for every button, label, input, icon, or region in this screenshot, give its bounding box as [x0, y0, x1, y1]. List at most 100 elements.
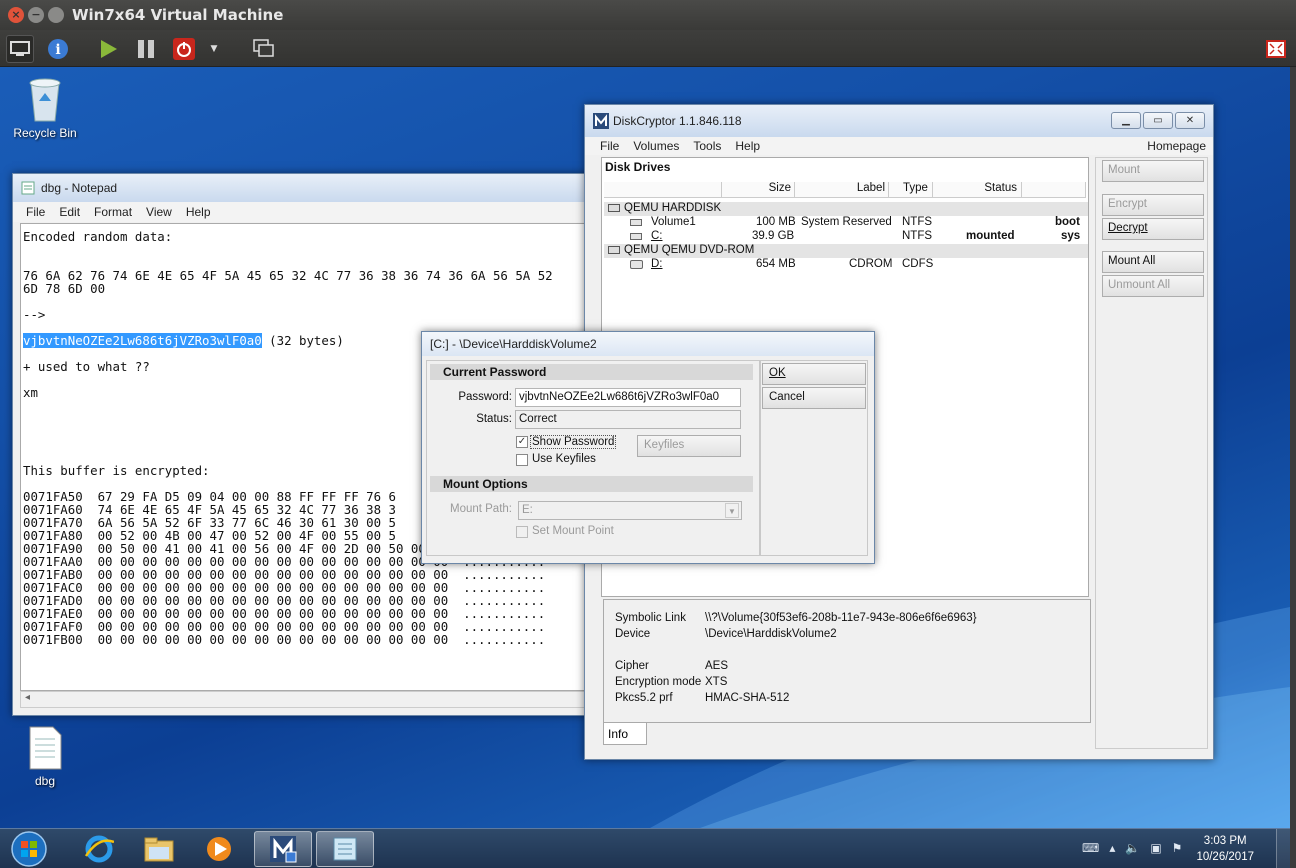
notepad-title: dbg - Notepad — [41, 181, 118, 195]
fullscreen-icon — [1266, 40, 1286, 58]
power-menu-dropdown[interactable]: ▼ — [204, 35, 224, 63]
pause-button[interactable] — [132, 35, 160, 63]
notepad-line — [23, 243, 584, 256]
close-button[interactable]: ✕ — [1175, 112, 1205, 129]
info-button[interactable]: i — [44, 35, 72, 63]
info-icon: i — [48, 39, 68, 59]
dc-menu-file[interactable]: File — [600, 139, 619, 153]
tab-info[interactable]: Info — [603, 723, 647, 745]
current-password-header: Current Password — [430, 364, 753, 380]
desktop-icon-dbg[interactable]: dbg — [5, 725, 85, 788]
maximize-button[interactable]: ▭ — [1143, 112, 1173, 129]
caption-buttons: ▁ ▭ ✕ — [1111, 112, 1205, 129]
monitor-icon — [10, 41, 30, 56]
action-center-icon[interactable]: ⚑ — [1172, 841, 1183, 855]
dialog-title-bar[interactable]: [C:] - \Device\HarddiskVolume2 — [422, 332, 874, 356]
dc-menu-tools[interactable]: Tools — [693, 139, 721, 153]
use-keyfiles-checkbox[interactable] — [516, 454, 528, 466]
menu-format[interactable]: Format — [94, 205, 132, 219]
host-title-bar: × − Win7x64 Virtual Machine — [0, 0, 1296, 30]
notepad-title-bar[interactable]: dbg - Notepad — [13, 174, 591, 202]
play-button[interactable] — [94, 35, 122, 63]
desktop-icon-recycle-bin[interactable]: Recycle Bin — [5, 75, 85, 140]
volume-icon[interactable]: 🔈 — [1125, 841, 1140, 855]
dc-menu-help[interactable]: Help — [735, 139, 760, 153]
show-password-label[interactable]: Show Password — [530, 435, 617, 449]
host-maximize-button[interactable] — [48, 7, 64, 23]
use-keyfiles-label[interactable]: Use Keyfiles — [532, 453, 596, 465]
column-header-type[interactable]: Type — [889, 182, 933, 198]
status-label: Status: — [476, 413, 512, 425]
fullscreen-button[interactable] — [1262, 35, 1290, 63]
password-input[interactable]: vjbvtnNeOZEe2Lw686t6jVZRo3wlF0a0 — [515, 388, 741, 407]
notepad-line: 0071FB00 00 00 00 00 00 00 00 00 00 00 0… — [23, 632, 546, 647]
clock-time: 3:03 PM — [1203, 835, 1247, 847]
taskbar-media-player[interactable] — [190, 831, 248, 867]
selected-text: vjbvtnNeOZEe2Lw686t6jVZRo3wlF0a0 — [23, 333, 262, 348]
recycle-bin-label: Recycle Bin — [13, 126, 77, 140]
diskcryptor-title-bar[interactable]: DiskCryptor 1.1.846.118 ▁ ▭ ✕ — [585, 105, 1213, 137]
host-toolbar: i ▼ — [0, 30, 1296, 67]
taskbar-explorer[interactable] — [130, 831, 188, 867]
ok-button[interactable]: OK — [762, 363, 866, 385]
column-header-flags[interactable] — [1022, 182, 1086, 198]
menu-view[interactable]: View — [146, 205, 172, 219]
power-button[interactable] — [170, 35, 198, 63]
taskbar-diskcryptor[interactable] — [254, 831, 312, 867]
set-mount-point-checkbox[interactable] — [516, 526, 528, 538]
show-desktop-button[interactable] — [1276, 829, 1290, 868]
group-qemu-harddisk[interactable]: QEMU HARDDISK — [604, 202, 1088, 216]
network-icon[interactable]: ▣ — [1150, 841, 1161, 855]
volume-row-d[interactable]: D: 654 MB CDROM CDFS — [604, 258, 1088, 272]
switch-display-button[interactable] — [250, 35, 278, 63]
windows-stack-icon — [253, 39, 274, 57]
minimize-button[interactable]: ▁ — [1111, 112, 1141, 129]
host-scrollbar[interactable] — [1290, 67, 1296, 868]
decrypt-button[interactable]: Decrypt — [1102, 218, 1204, 240]
volume-row-volume1[interactable]: Volume1 100 MB System Reserved NTFS boot — [604, 216, 1088, 230]
notepad-line: --> — [23, 307, 46, 322]
keyboard-icon[interactable]: ⌨ — [1082, 841, 1099, 855]
password-label: Password: — [458, 391, 512, 403]
tray-arrow-icon[interactable]: ▴ — [1109, 841, 1115, 855]
volume-row-c[interactable]: C: 39.9 GB NTFS mounted sys — [604, 230, 1088, 244]
column-header-status[interactable]: Status — [933, 182, 1022, 198]
play-icon — [101, 40, 117, 58]
encrypt-button[interactable]: Encrypt — [1102, 194, 1204, 216]
notepad-horizontal-scrollbar[interactable]: ◂ — [20, 691, 585, 708]
mount-button[interactable]: Mount — [1102, 160, 1204, 182]
device-value: \Device\HarddiskVolume2 — [705, 628, 837, 640]
system-clock[interactable]: 3:03 PM 10/26/2017 — [1196, 833, 1254, 865]
encryption-mode-value: XTS — [705, 676, 728, 688]
taskbar-notepad[interactable] — [316, 831, 374, 867]
mount-path-select[interactable]: E: ▼ — [518, 501, 742, 520]
scroll-left-icon[interactable]: ◂ — [25, 692, 30, 703]
keyfiles-button[interactable]: Keyfiles — [637, 435, 741, 457]
start-button[interactable] — [2, 831, 56, 867]
prf-label: Pkcs5.2 prf — [615, 692, 673, 704]
column-header-label[interactable]: Label — [795, 182, 889, 198]
menu-edit[interactable]: Edit — [59, 205, 80, 219]
column-header-size[interactable]: Size — [722, 182, 795, 198]
dc-menu-volumes[interactable]: Volumes — [633, 139, 679, 153]
homepage-link[interactable]: Homepage — [1147, 139, 1206, 153]
column-header-name[interactable] — [604, 182, 722, 198]
menu-help[interactable]: Help — [186, 205, 211, 219]
menu-file[interactable]: File — [26, 205, 45, 219]
volume-icon — [630, 233, 642, 240]
folder-icon — [144, 837, 174, 862]
status-field: Correct — [515, 410, 741, 429]
cdrom-icon — [630, 260, 643, 269]
mount-all-button[interactable]: Mount All — [1102, 251, 1204, 273]
diskcryptor-title: DiskCryptor 1.1.846.118 — [613, 114, 742, 128]
show-password-checkbox[interactable]: ✓ — [516, 436, 528, 448]
notepad-line: Encoded random data: — [23, 229, 173, 244]
taskbar-ie[interactable] — [70, 831, 128, 867]
cipher-label: Cipher — [615, 660, 649, 672]
unmount-all-button[interactable]: Unmount All — [1102, 275, 1204, 297]
host-minimize-button[interactable]: − — [28, 7, 44, 23]
display-button[interactable] — [6, 35, 34, 63]
group-qemu-dvd-rom[interactable]: QEMU QEMU DVD-ROM — [604, 244, 1088, 258]
cancel-button[interactable]: Cancel — [762, 387, 866, 409]
host-close-button[interactable]: × — [8, 7, 24, 23]
